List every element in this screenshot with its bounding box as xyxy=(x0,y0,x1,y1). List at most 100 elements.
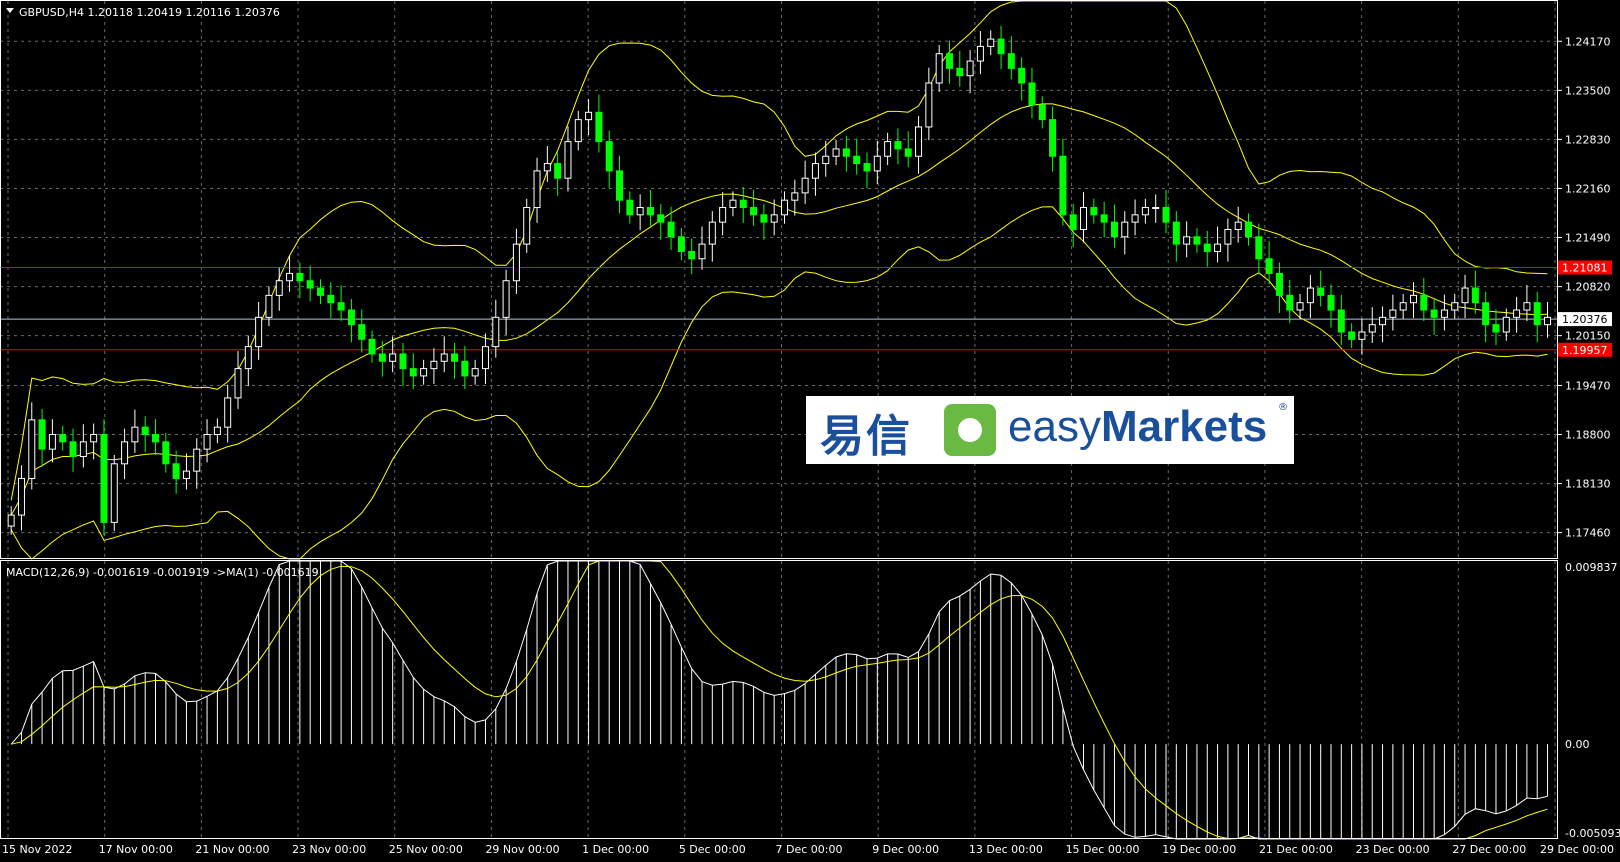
candle-body xyxy=(152,434,160,443)
time-label: 19 Dec 00:00 xyxy=(1162,843,1236,856)
time-label: 17 Nov 00:00 xyxy=(99,843,173,856)
candle-body xyxy=(719,207,727,223)
candle-body xyxy=(1513,309,1521,318)
price-line-label: 1.19957 xyxy=(1562,344,1608,357)
candle-body xyxy=(585,111,593,121)
logo-english-text: easyMarkets xyxy=(1008,402,1268,451)
candle-body xyxy=(1193,236,1201,245)
candle-body xyxy=(554,163,562,179)
time-label: 1 Dec 00:00 xyxy=(582,843,649,856)
price-tick-label: 1.24170 xyxy=(1565,35,1611,48)
candle-body xyxy=(1275,272,1283,296)
candle-body xyxy=(1533,302,1541,326)
candle-body xyxy=(440,353,448,362)
candle-body xyxy=(265,294,273,318)
candle-body xyxy=(1007,53,1015,69)
candle-body xyxy=(873,155,881,172)
candle-body xyxy=(1379,316,1387,326)
candle-body xyxy=(750,207,758,216)
candle-body xyxy=(378,353,386,362)
time-label: 9 Dec 00:00 xyxy=(872,843,939,856)
logo-chinese-text: 易信 xyxy=(820,411,912,462)
candle-body xyxy=(667,221,675,238)
price-tick-label: 1.21490 xyxy=(1565,232,1611,245)
candle-body xyxy=(595,111,603,143)
candle-body xyxy=(915,126,923,157)
candle-body xyxy=(316,287,324,296)
candle-body xyxy=(389,353,397,362)
time-label: 7 Dec 00:00 xyxy=(776,843,843,856)
candle-body xyxy=(234,368,242,399)
candle-body xyxy=(1409,294,1417,304)
candle-body xyxy=(213,426,221,436)
candle-body xyxy=(1100,214,1108,223)
candle-body xyxy=(1389,309,1397,318)
time-label: 29 Nov 00:00 xyxy=(485,843,559,856)
candle-body xyxy=(1420,294,1428,311)
candle-body xyxy=(543,163,551,172)
candle-body xyxy=(760,214,768,223)
candle-body xyxy=(255,316,263,348)
candle-body xyxy=(1131,214,1139,223)
macd-tick-label: -0.005093 xyxy=(1565,827,1620,840)
candle-body xyxy=(1214,243,1222,252)
candle-body xyxy=(1028,82,1036,106)
candle-body xyxy=(69,441,77,457)
candle-body xyxy=(492,316,500,348)
candle-body xyxy=(822,155,830,165)
candle-body xyxy=(1327,294,1335,311)
candle-body xyxy=(1069,214,1077,230)
price-line-label: 1.21081 xyxy=(1562,261,1608,274)
price-line-label: 1.20376 xyxy=(1562,313,1608,326)
candle-body xyxy=(966,60,974,77)
candle-body xyxy=(626,199,634,216)
candle-body xyxy=(306,280,314,289)
candle-body xyxy=(523,207,531,245)
candle-body xyxy=(368,338,376,355)
candle-body xyxy=(121,441,129,465)
candle-body xyxy=(327,294,335,304)
price-tick-label: 1.20150 xyxy=(1565,330,1611,343)
price-tick-label: 1.22160 xyxy=(1565,182,1611,195)
easymarkets-logo: 易信 easyMarkets ® xyxy=(806,396,1294,464)
candle-body xyxy=(708,221,716,245)
candle-body xyxy=(430,360,438,370)
time-label: 21 Dec 00:00 xyxy=(1259,843,1333,856)
candle-body xyxy=(1451,302,1459,311)
candle-body xyxy=(1172,221,1180,245)
candle-body xyxy=(1152,207,1160,210)
candle-body xyxy=(1337,309,1345,333)
candle-body xyxy=(956,67,964,77)
candle-body xyxy=(770,214,778,223)
candle-body xyxy=(1471,287,1479,304)
candle-body xyxy=(1245,221,1253,238)
candle-body xyxy=(28,419,36,479)
candle-body xyxy=(688,250,696,260)
macd-info: MACD(12,26,9) -0.001619 -0.001919 ->MA(1… xyxy=(6,566,319,579)
candle-body xyxy=(1080,207,1088,230)
candle-body xyxy=(1440,309,1448,318)
candle-body xyxy=(296,272,304,282)
candle-body xyxy=(451,353,459,362)
candle-body xyxy=(832,148,840,157)
candle-body xyxy=(739,199,747,209)
time-label: 23 Nov 00:00 xyxy=(292,843,366,856)
candle-body xyxy=(1049,119,1057,157)
candle-body xyxy=(1183,236,1191,245)
price-tick-label: 1.18800 xyxy=(1565,429,1611,442)
candle-body xyxy=(698,243,706,260)
macd-tick-label: 0.00 xyxy=(1565,738,1590,751)
candle-body xyxy=(224,397,232,428)
candle-body xyxy=(1368,324,1376,333)
candle-body xyxy=(1203,243,1211,252)
candle-body xyxy=(286,272,294,282)
candle-body xyxy=(162,441,170,465)
candle-body xyxy=(925,82,933,128)
time-label: 15 Dec 00:00 xyxy=(1066,843,1140,856)
candle-body xyxy=(1306,287,1314,304)
candle-body xyxy=(17,477,25,516)
time-label: 23 Dec 00:00 xyxy=(1356,843,1430,856)
candle-body xyxy=(987,38,995,47)
candle-body xyxy=(399,353,407,370)
candle-body xyxy=(1141,207,1149,216)
